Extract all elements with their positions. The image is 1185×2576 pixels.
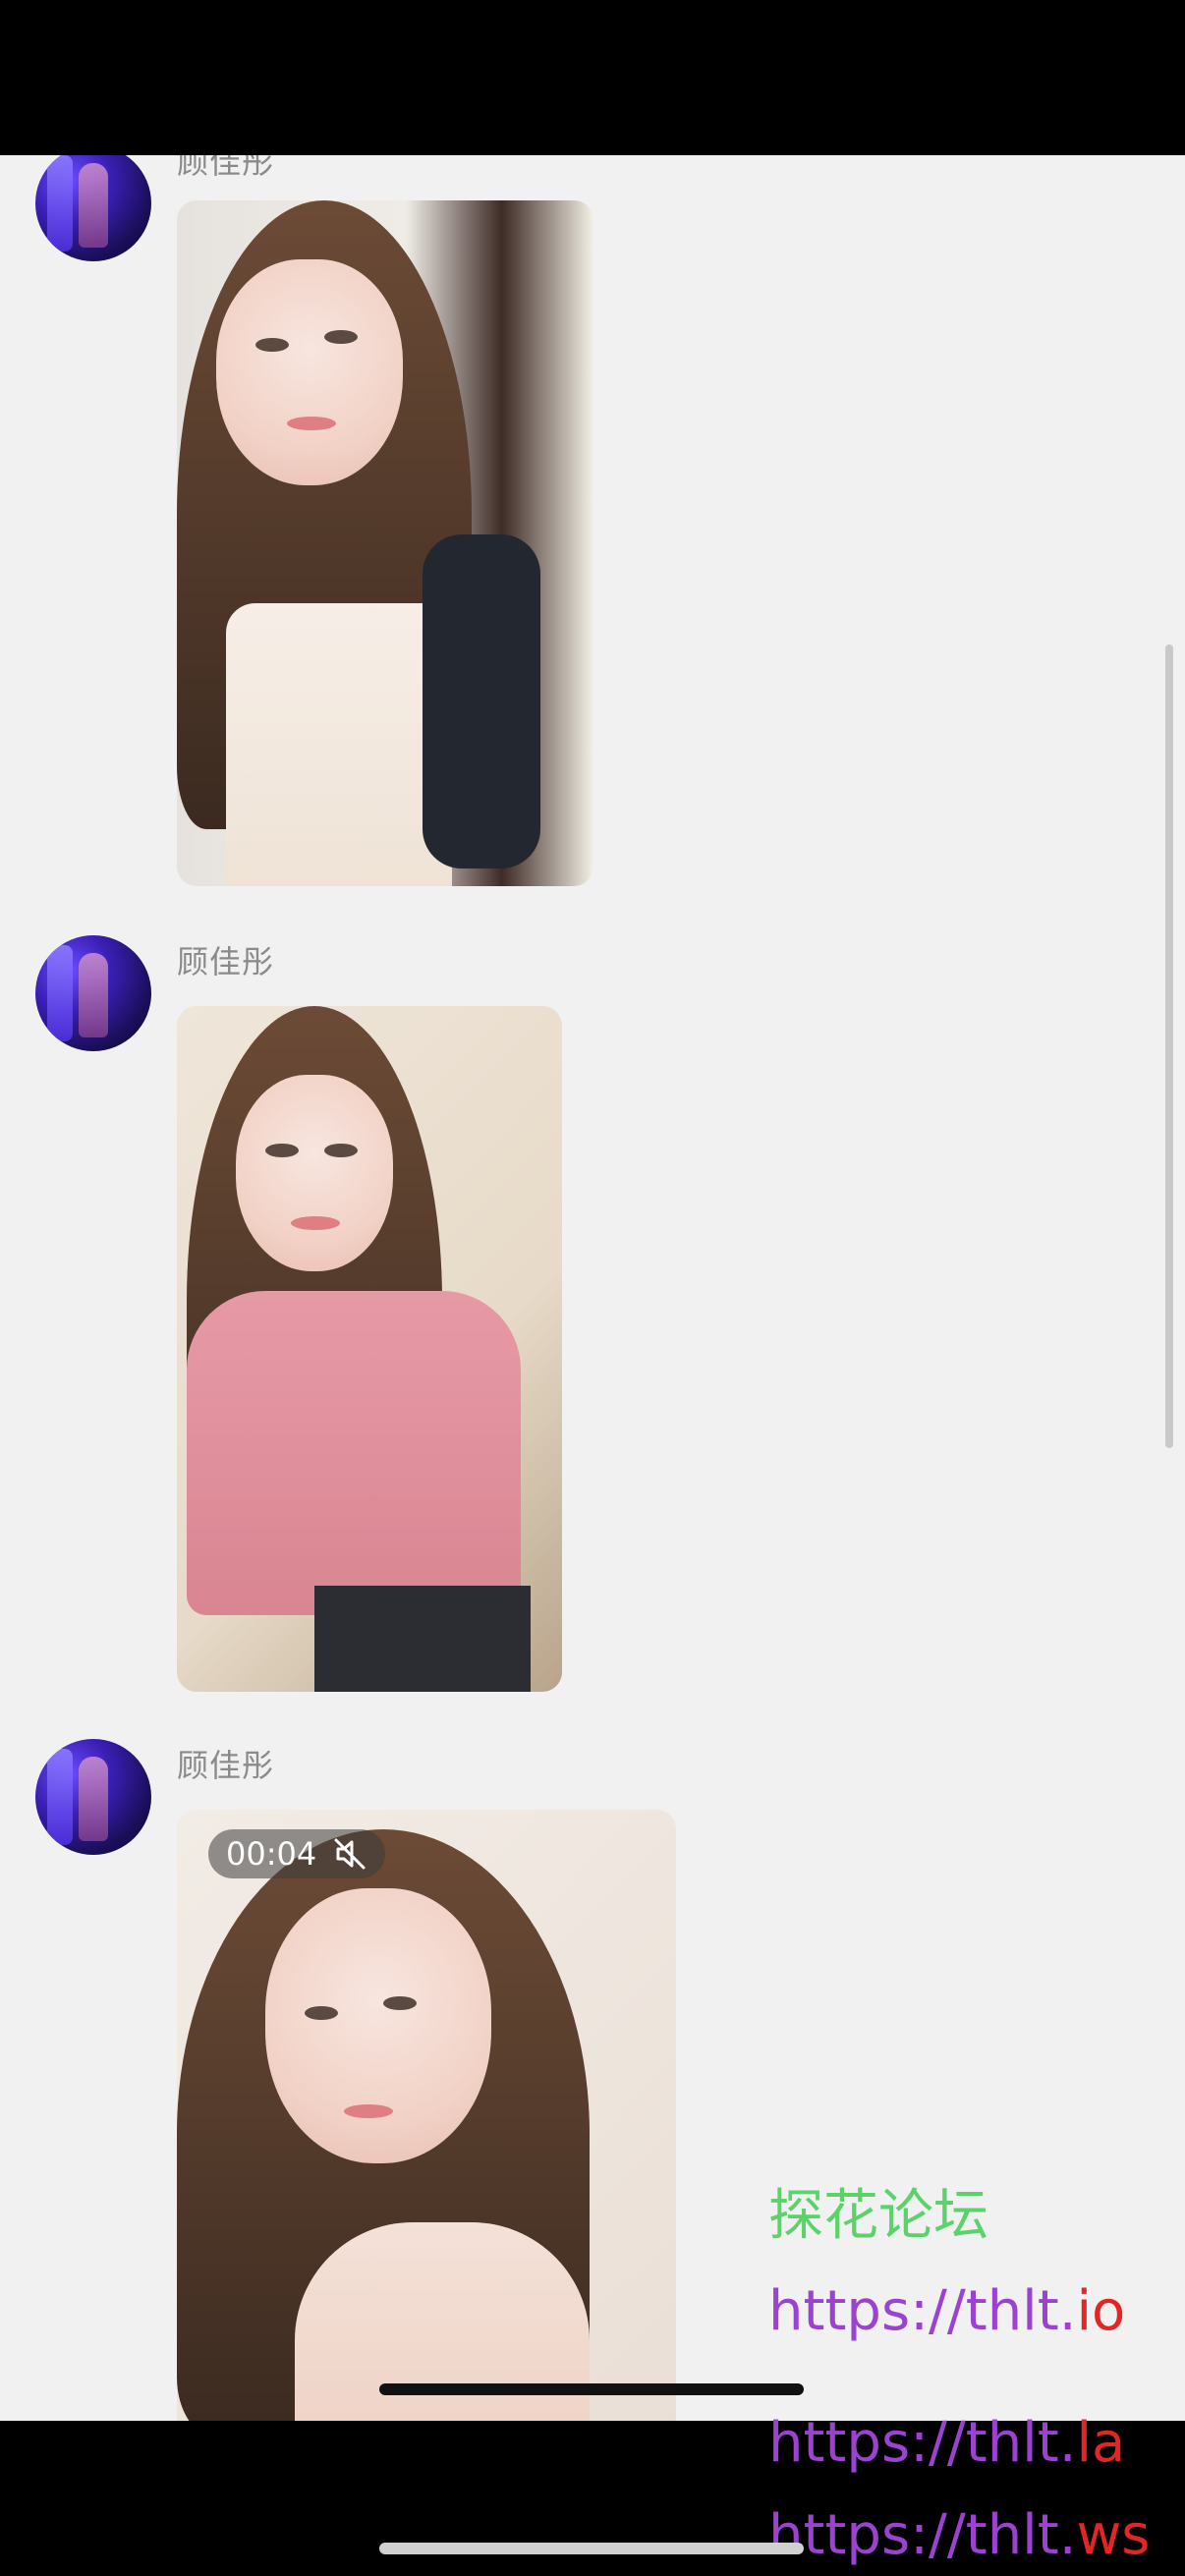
photo-subject-clothing: [226, 603, 452, 886]
message-video[interactable]: [177, 1810, 676, 2421]
photo-eye: [305, 2006, 338, 2020]
scrollbar[interactable]: [1165, 644, 1173, 1448]
watermark-url: https://thlt.la: [768, 2411, 1125, 2475]
watermark-url-tld: la: [1076, 2411, 1126, 2475]
watermark-url-base: https://thlt.: [768, 2279, 1077, 2343]
video-duration-badge: 00:04: [208, 1829, 386, 1878]
avatar-background: [47, 945, 73, 1041]
sender-avatar[interactable]: [35, 155, 151, 261]
chat-message-list[interactable]: 顾佳彤 顾佳彤 顾佳彤 00:04 探花论坛 https://thlt.io: [0, 155, 1185, 2421]
photo-lips: [344, 2104, 393, 2118]
sender-avatar[interactable]: [35, 935, 151, 1051]
watermark-url-tld: io: [1076, 2279, 1126, 2343]
message-photo[interactable]: [177, 200, 593, 886]
photo-subject-face: [265, 1888, 491, 2163]
speaker-muted-icon[interactable]: [332, 1836, 367, 1872]
photo-lips: [287, 417, 336, 430]
watermark-url-base: https://thlt.: [768, 2411, 1077, 2475]
video-duration: 00:04: [226, 1835, 317, 1873]
sender-avatar[interactable]: [35, 1739, 151, 1855]
photo-subject-face: [236, 1075, 393, 1271]
watermark-url-base: https://thlt.: [768, 2503, 1077, 2567]
photo-eye: [324, 1144, 358, 1157]
watermark-forum-name: 探花论坛: [768, 2184, 988, 2248]
sender-name: 顾佳彤: [177, 1747, 275, 1784]
avatar-figure: [79, 1757, 108, 1841]
home-indicator: [379, 2543, 804, 2554]
sender-name: 顾佳彤: [177, 155, 275, 181]
avatar-figure: [79, 163, 108, 248]
avatar-figure: [79, 953, 108, 1037]
photo-eye: [324, 330, 358, 344]
watermark-url: https://thlt.ws: [768, 2503, 1150, 2567]
watermark-url: https://thlt.io: [768, 2279, 1125, 2343]
photo-eye: [255, 338, 289, 352]
message-photo[interactable]: [177, 1006, 562, 1692]
photo-subject-pink-shirt: [187, 1291, 521, 1615]
photo-subject-skirt: [314, 1586, 531, 1692]
home-indicator: [379, 2383, 804, 2395]
avatar-background: [47, 155, 73, 252]
watermark-url-tld: ws: [1076, 2503, 1151, 2567]
sender-name: 顾佳彤: [177, 943, 275, 980]
bottom-bar: https://thlt.la https://thlt.ws: [0, 2411, 1185, 2576]
photo-lips: [291, 1216, 340, 1230]
photo-eye: [383, 1996, 417, 2010]
photo-subject-sleeve: [423, 534, 540, 868]
status-bar: [0, 0, 1185, 155]
photo-subject-face: [216, 259, 403, 485]
photo-eye: [265, 1144, 299, 1157]
avatar-background: [47, 1749, 73, 1845]
